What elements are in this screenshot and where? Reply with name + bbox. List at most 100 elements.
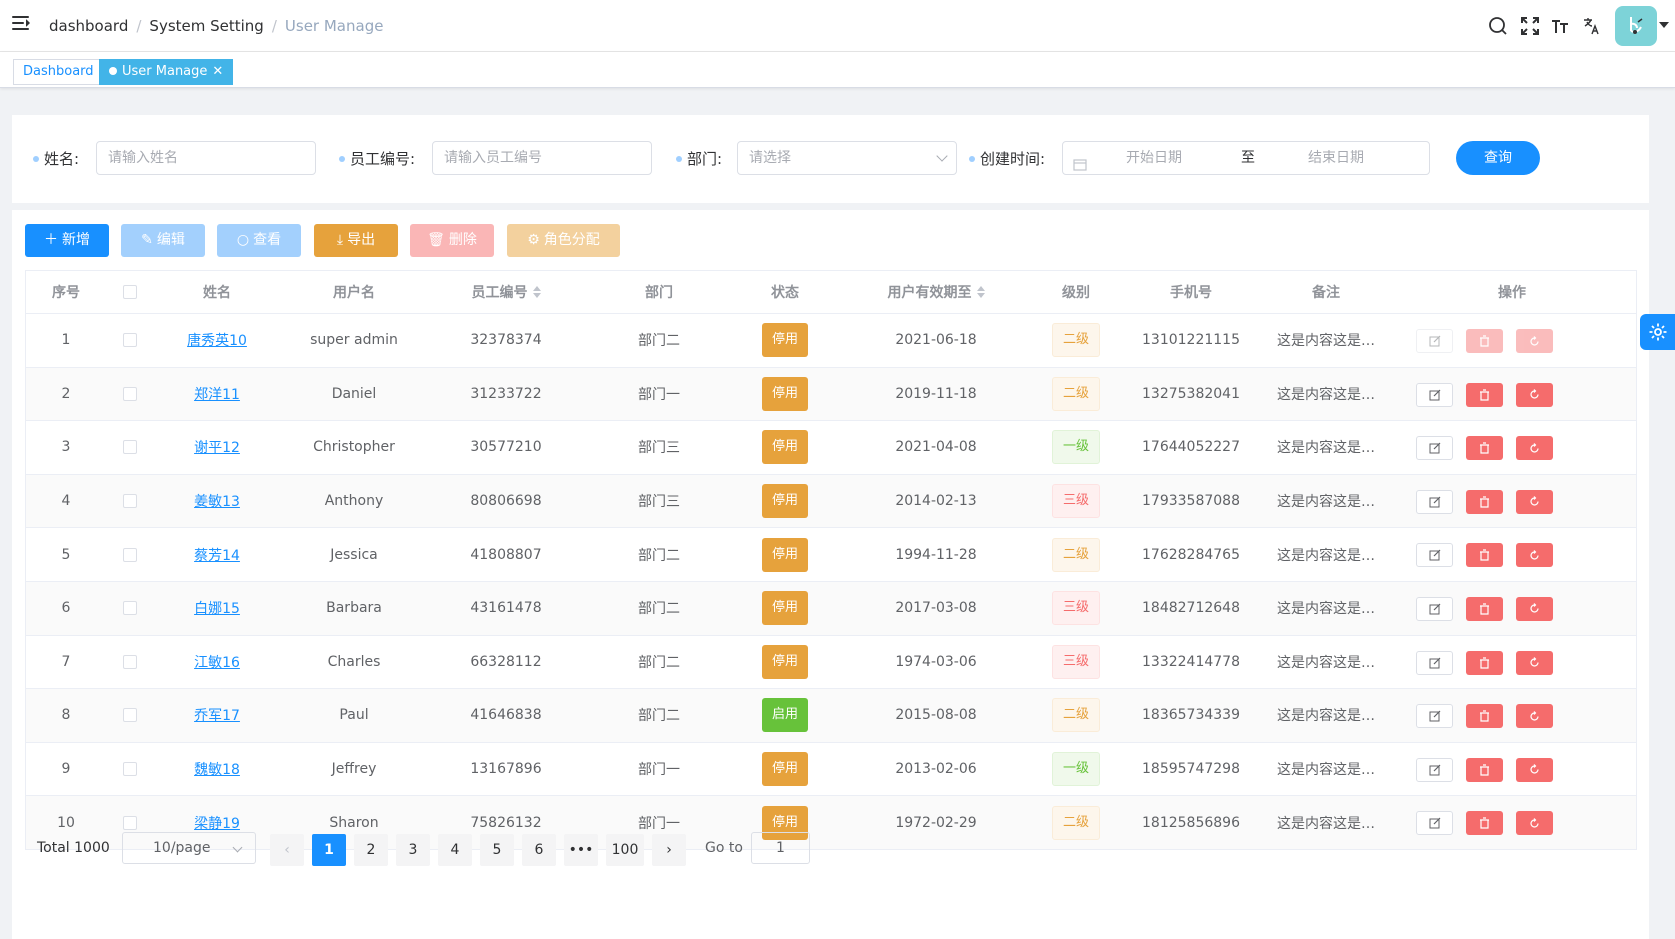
caret-down-icon[interactable] <box>1659 22 1669 28</box>
page-100-button[interactable]: 100 <box>606 834 644 866</box>
user-name-link[interactable]: 蔡芳14 <box>194 545 240 565</box>
row-checkbox[interactable] <box>123 708 137 723</box>
translate-icon[interactable] <box>1580 14 1604 38</box>
reset-password-button[interactable] <box>1516 650 1553 675</box>
user-name-link[interactable]: 梁静19 <box>194 813 240 833</box>
edit-row-button[interactable] <box>1416 757 1453 782</box>
page-5-button[interactable]: 5 <box>480 834 514 866</box>
settings-gear-icon[interactable] <box>1640 314 1675 350</box>
user-name-link[interactable]: 郑洋11 <box>194 384 240 404</box>
reset-password-button[interactable] <box>1516 704 1553 729</box>
user-name-link[interactable]: 谢平12 <box>194 437 240 457</box>
user-name-link[interactable]: 姜敏13 <box>194 491 240 511</box>
edit-button[interactable]: ✎ 编辑 <box>121 224 205 257</box>
delete-row-button[interactable] <box>1466 489 1503 514</box>
user-name-link[interactable]: 乔军17 <box>194 705 240 725</box>
delete-row-button[interactable] <box>1466 436 1503 461</box>
edit-row-button[interactable] <box>1416 704 1453 729</box>
export-button[interactable]: ⤓ 导出 <box>314 224 398 257</box>
edit-row-button[interactable] <box>1416 543 1453 568</box>
reset-password-button[interactable] <box>1516 436 1553 461</box>
status-badge[interactable]: 停用 <box>762 430 808 465</box>
dept-select[interactable]: 请选择 <box>737 141 957 175</box>
row-checkbox[interactable] <box>123 494 137 509</box>
reset-password-button[interactable] <box>1516 543 1553 568</box>
row-checkbox[interactable] <box>123 815 137 830</box>
delete-row-button[interactable] <box>1466 596 1503 621</box>
delete-row-button[interactable] <box>1466 329 1503 353</box>
edit-row-button[interactable] <box>1416 650 1453 675</box>
delete-row-button[interactable] <box>1466 382 1503 407</box>
status-badge[interactable]: 停用 <box>762 376 808 411</box>
row-checkbox[interactable] <box>123 654 137 669</box>
prev-page-button[interactable]: ‹ <box>270 834 304 866</box>
tag-user-manage[interactable]: User Manage ✕ <box>99 59 234 85</box>
row-checkbox[interactable] <box>123 601 137 616</box>
font-size-icon[interactable] <box>1548 14 1572 38</box>
edit-row-button[interactable] <box>1416 489 1453 514</box>
delete-row-button[interactable] <box>1466 757 1503 782</box>
edit-row-button[interactable] <box>1416 811 1453 836</box>
sort-caret-icon[interactable] <box>532 286 541 298</box>
query-button[interactable]: 查询 <box>1456 141 1540 175</box>
hamburger-icon[interactable] <box>12 16 32 34</box>
page-2-button[interactable]: 2 <box>354 834 388 866</box>
delete-row-button[interactable] <box>1466 543 1503 568</box>
reset-password-button[interactable] <box>1516 811 1553 836</box>
status-badge[interactable]: 停用 <box>762 323 808 358</box>
user-name-link[interactable]: 白娜15 <box>194 598 240 618</box>
start-date-input[interactable]: 开始日期 <box>1126 142 1182 174</box>
name-input[interactable]: 请输入姓名 <box>96 141 316 175</box>
row-checkbox[interactable] <box>123 440 137 455</box>
status-badge[interactable]: 停用 <box>762 537 808 572</box>
more-pages-button[interactable]: ••• <box>564 834 598 866</box>
empno-input[interactable]: 请输入员工编号 <box>432 141 652 175</box>
page-4-button[interactable]: 4 <box>438 834 472 866</box>
row-checkbox[interactable] <box>123 386 137 401</box>
close-icon[interactable]: ✕ <box>212 64 223 79</box>
header-cell-empno[interactable]: 员工编号 <box>428 271 584 313</box>
page-6-button[interactable]: 6 <box>522 834 556 866</box>
reset-password-button[interactable] <box>1516 382 1553 407</box>
reset-password-button[interactable] <box>1516 489 1553 514</box>
breadcrumb-item-dashboard[interactable]: dashboard <box>49 17 128 35</box>
avatar[interactable] <box>1615 6 1657 46</box>
date-range-picker[interactable]: 开始日期 至 结束日期 <box>1062 141 1430 175</box>
row-checkbox[interactable] <box>123 547 137 562</box>
edit-row-button[interactable] <box>1416 382 1453 407</box>
search-icon[interactable] <box>1486 14 1510 38</box>
end-date-input[interactable]: 结束日期 <box>1308 142 1364 174</box>
status-badge[interactable]: 停用 <box>762 752 808 787</box>
breadcrumb-item-system-setting[interactable]: System Setting <box>149 17 263 35</box>
reset-password-button[interactable] <box>1516 329 1553 353</box>
reset-password-button[interactable] <box>1516 757 1553 782</box>
tag-dashboard[interactable]: Dashboard <box>13 59 104 85</box>
status-badge[interactable]: 启用 <box>762 698 808 733</box>
user-name-link[interactable]: 唐秀英10 <box>187 330 247 350</box>
status-badge[interactable]: 停用 <box>762 484 808 519</box>
status-badge[interactable]: 停用 <box>762 591 808 626</box>
row-checkbox[interactable] <box>123 762 137 777</box>
user-name-link[interactable]: 魏敏18 <box>194 759 240 779</box>
next-page-button[interactable]: › <box>652 834 686 866</box>
user-name-link[interactable]: 江敏16 <box>194 652 240 672</box>
sort-caret-icon[interactable] <box>976 286 985 298</box>
add-button[interactable]: ＋新增 <box>25 224 109 257</box>
edit-row-button[interactable] <box>1416 329 1453 353</box>
delete-row-button[interactable] <box>1466 704 1503 729</box>
fullscreen-icon[interactable] <box>1518 14 1542 38</box>
edit-row-button[interactable] <box>1416 436 1453 461</box>
delete-row-button[interactable] <box>1466 650 1503 675</box>
page-1-button[interactable]: 1 <box>312 834 346 866</box>
select-all-checkbox[interactable] <box>123 285 137 299</box>
edit-row-button[interactable] <box>1416 596 1453 621</box>
page-size-select[interactable]: 10/page <box>122 832 256 864</box>
delete-row-button[interactable] <box>1466 811 1503 836</box>
role-assign-button[interactable]: ⚙ 角色分配 <box>507 224 620 257</box>
header-cell-expire[interactable]: 用户有效期至 <box>836 271 1036 313</box>
page-3-button[interactable]: 3 <box>396 834 430 866</box>
delete-button[interactable]: 🗑 删除 <box>410 224 494 257</box>
status-badge[interactable]: 停用 <box>762 644 808 679</box>
row-checkbox[interactable] <box>123 333 137 348</box>
goto-input[interactable]: 1 <box>751 832 810 864</box>
